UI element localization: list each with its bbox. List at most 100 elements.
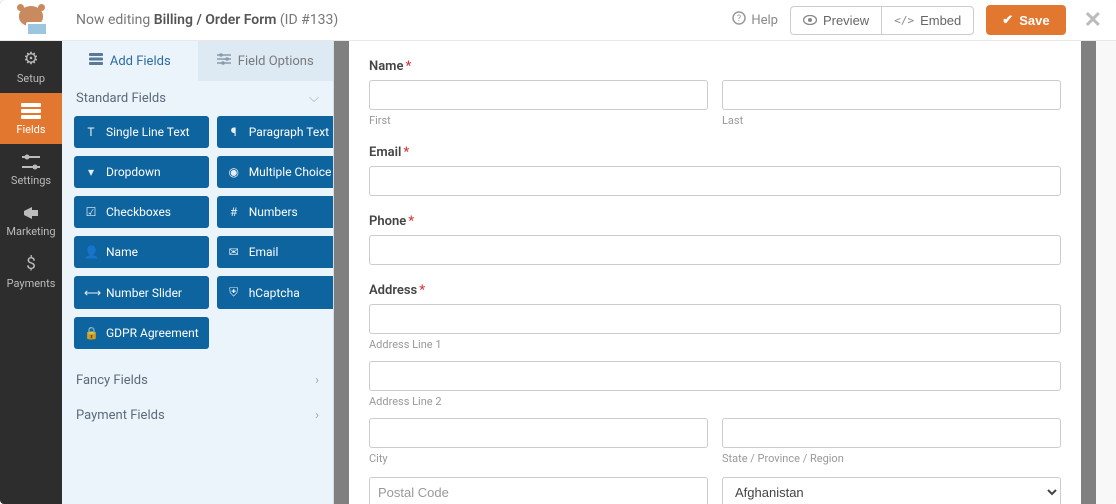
chip-label: Numbers: [249, 205, 298, 219]
section-standard-fields[interactable]: Standard Fields ⌵: [62, 81, 333, 116]
sublabel: Last: [722, 114, 1061, 127]
chip-label: Email: [249, 245, 279, 259]
sublabel: State / Province / Region: [722, 452, 1061, 465]
tab-field-options[interactable]: Field Options: [198, 41, 334, 81]
nav-label: Settings: [11, 174, 51, 187]
field-single-line-text[interactable]: T Single Line Text: [74, 116, 209, 148]
close-icon[interactable]: ✕: [1084, 8, 1102, 33]
chip-label: Dropdown: [106, 165, 161, 179]
required-asterisk: *: [408, 214, 414, 229]
city-input[interactable]: [369, 418, 708, 448]
field-hcaptcha[interactable]: ⛨ hCaptcha: [217, 276, 334, 309]
form-canvas[interactable]: Name* First Last Email* Phone*: [334, 41, 1096, 504]
options-icon: [217, 53, 231, 69]
last-name-input[interactable]: [722, 80, 1061, 110]
help-icon: ?: [732, 11, 746, 29]
sublabel: City: [369, 452, 708, 465]
address-line1-input[interactable]: [369, 304, 1061, 334]
section-label: Payment Fields: [76, 408, 165, 423]
text-icon: T: [84, 125, 98, 139]
shield-icon: ⛨: [227, 285, 241, 300]
help-label: Help: [751, 13, 778, 28]
lock-icon: 🔒: [84, 326, 98, 340]
field-dropdown[interactable]: ▾ Dropdown: [74, 156, 209, 188]
app-logo[interactable]: [0, 0, 62, 41]
user-icon: 👤: [84, 245, 98, 259]
slider-icon: ⟷: [84, 286, 98, 300]
hash-icon: #: [227, 205, 241, 219]
nav-setup[interactable]: ⚙ Setup: [0, 41, 62, 93]
nav-settings[interactable]: Settings: [0, 144, 62, 195]
section-payment-fields[interactable]: Payment Fields ›: [62, 398, 333, 433]
form-field-name[interactable]: Name* First Last: [369, 59, 1061, 127]
section-fancy-fields[interactable]: Fancy Fields ›: [62, 363, 333, 398]
field-email[interactable]: ✉ Email: [217, 236, 334, 268]
form-id: (ID #133): [276, 12, 338, 28]
email-input[interactable]: [369, 166, 1061, 196]
nav-label: Fields: [16, 123, 45, 136]
nav-payments[interactable]: $ Payments: [0, 246, 62, 298]
chevron-right-icon: ›: [315, 408, 319, 423]
tab-add-fields[interactable]: Add Fields: [62, 41, 198, 81]
field-label: Email*: [369, 145, 1061, 160]
editing-title: Now editing Billing / Order Form (ID #13…: [76, 12, 338, 28]
field-gdpr[interactable]: 🔒 GDPR Agreement: [74, 317, 209, 349]
label-text: Phone: [369, 214, 406, 229]
nav-marketing[interactable]: Marketing: [0, 195, 62, 246]
sliders-icon: [22, 154, 40, 170]
embed-label: Embed: [920, 13, 961, 28]
state-input[interactable]: [722, 418, 1061, 448]
preview-button[interactable]: Preview: [790, 6, 881, 35]
label-text: Name: [369, 59, 403, 74]
embed-button[interactable]: </> Embed: [881, 6, 974, 35]
country-select[interactable]: Afghanistan: [722, 477, 1061, 504]
field-numbers[interactable]: # Numbers: [217, 196, 334, 228]
dropdown-icon: ▾: [84, 165, 98, 179]
main-nav: ⚙ Setup Fields Settings Marketing $ Paym…: [0, 0, 62, 504]
paragraph-icon: ¶: [227, 125, 241, 139]
check-icon: ✔: [1002, 12, 1013, 28]
sublabel: Address Line 2: [369, 395, 1061, 408]
nav-fields[interactable]: Fields: [0, 93, 62, 144]
editing-prefix: Now editing: [76, 12, 154, 28]
field-multiple-choice[interactable]: ◉Multiple Choice: [217, 156, 334, 188]
form-field-phone[interactable]: Phone*: [369, 214, 1061, 265]
code-icon: </>: [894, 14, 914, 27]
chip-label: Name: [106, 245, 138, 259]
first-name-input[interactable]: [369, 80, 708, 110]
standard-fields-grid: T Single Line Text ¶ Paragraph Text ▾ Dropd…: [62, 116, 333, 363]
bear-logo-icon: [13, 6, 49, 34]
field-number-slider[interactable]: ⟷Number Slider: [74, 276, 209, 309]
save-button[interactable]: ✔ Save: [986, 5, 1065, 35]
form-preview[interactable]: Name* First Last Email* Phone*: [349, 41, 1081, 504]
sublabel: Address Line 1: [369, 338, 1061, 351]
chip-label: hCaptcha: [249, 286, 300, 300]
form-field-email[interactable]: Email*: [369, 145, 1061, 196]
dollar-icon: $: [26, 256, 36, 273]
required-asterisk: *: [419, 283, 425, 298]
megaphone-icon: [22, 205, 40, 221]
gear-icon: ⚙: [23, 51, 38, 68]
checkbox-icon: ☑: [84, 205, 98, 219]
help-link[interactable]: ? Help: [732, 11, 778, 29]
form-field-address[interactable]: Address* Address Line 1 Address Line 2 C…: [369, 283, 1061, 504]
tab-label: Field Options: [238, 54, 314, 69]
nav-label: Marketing: [6, 225, 55, 238]
chip-label: Multiple Choice: [249, 165, 332, 179]
chip-label: GDPR Agreement: [106, 326, 199, 340]
label-text: Address: [369, 283, 417, 298]
field-name[interactable]: 👤 Name: [74, 236, 209, 268]
phone-input[interactable]: [369, 235, 1061, 265]
chip-label: Single Line Text: [106, 125, 190, 139]
address-line2-input[interactable]: [369, 361, 1061, 391]
field-paragraph-text[interactable]: ¶ Paragraph Text: [217, 116, 334, 148]
chip-label: Paragraph Text: [249, 125, 329, 139]
save-label: Save: [1019, 13, 1049, 28]
mail-icon: ✉: [227, 245, 241, 259]
chip-label: Checkboxes: [106, 205, 171, 219]
nav-label: Payments: [7, 277, 56, 290]
postal-input[interactable]: [369, 477, 708, 504]
required-asterisk: *: [403, 145, 409, 160]
field-checkboxes[interactable]: ☑ Checkboxes: [74, 196, 209, 228]
tab-label: Add Fields: [110, 54, 171, 69]
